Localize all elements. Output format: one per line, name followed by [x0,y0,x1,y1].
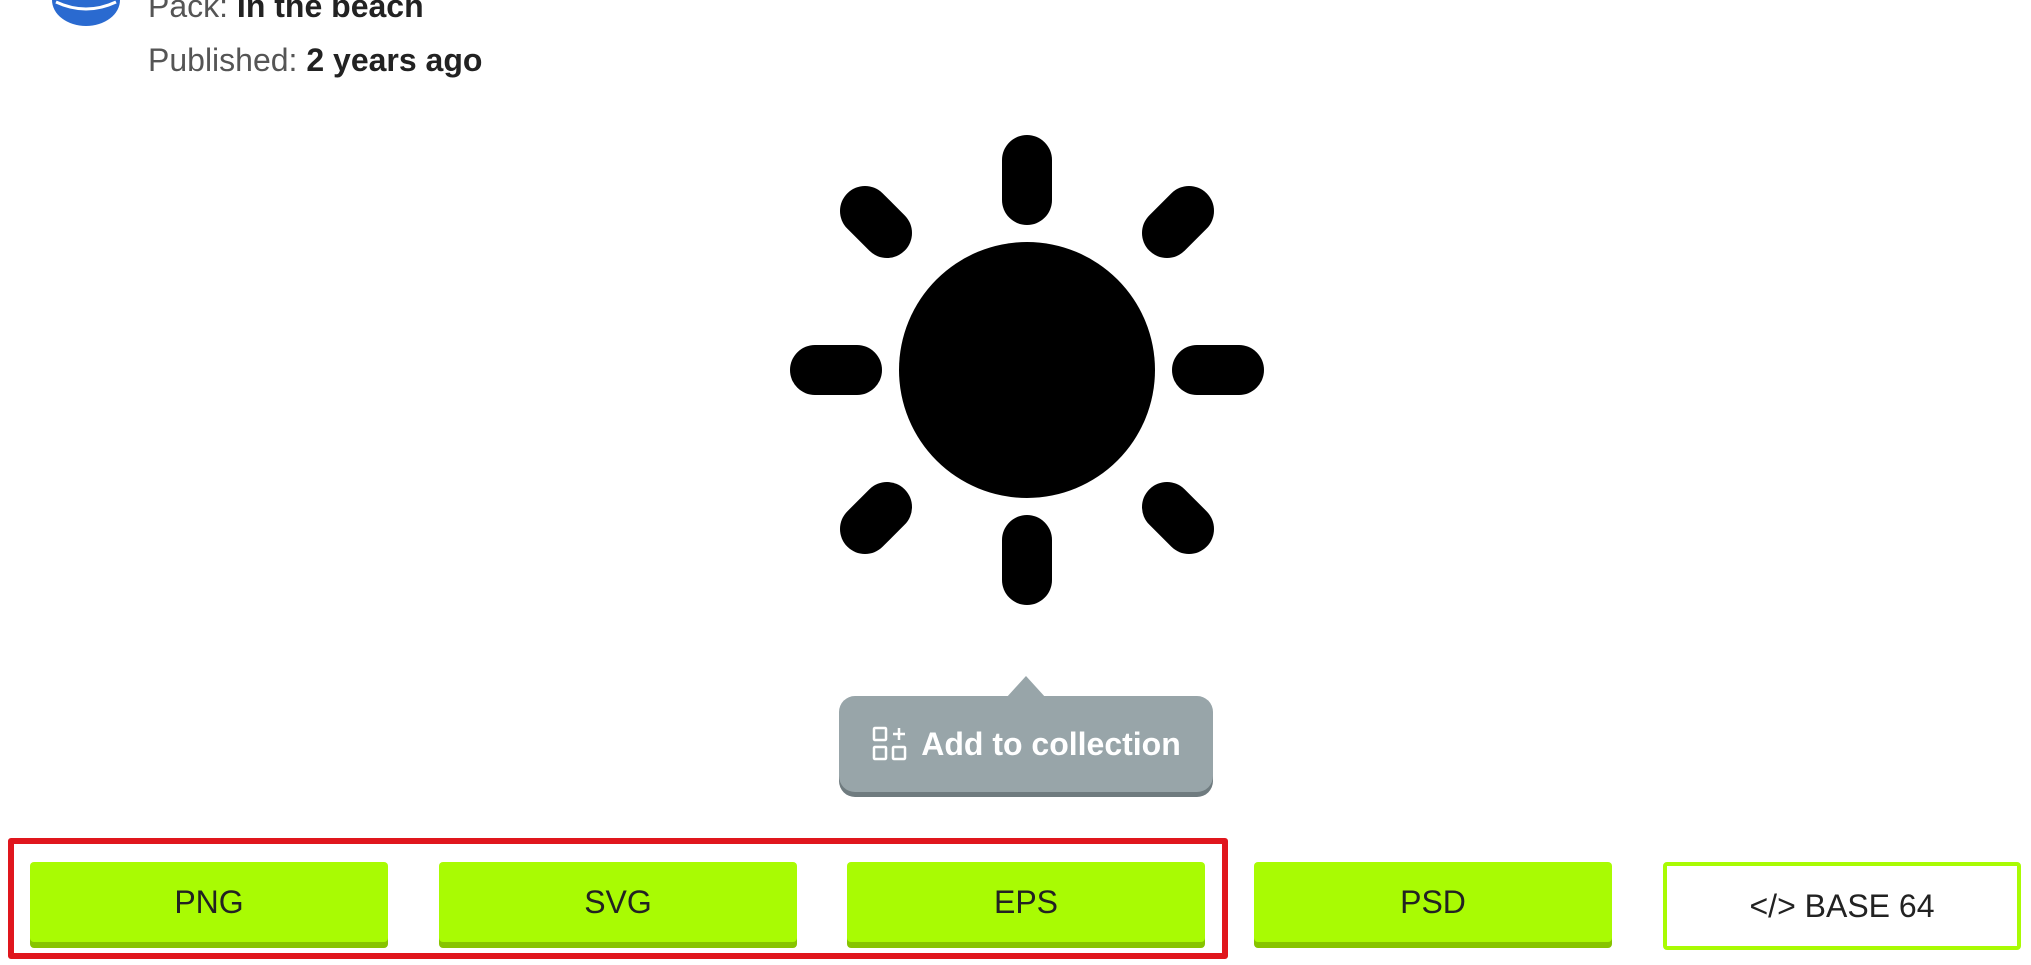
icon-detail-page: Pack: In the beach Published: 2 years ag… [0,0,2031,965]
pack-label: Pack: [148,0,229,24]
download-eps-button[interactable]: EPS [847,862,1205,942]
download-svg-button[interactable]: SVG [439,862,797,942]
published-value: 2 years ago [306,42,483,78]
published-label: Published: [148,42,298,78]
add-to-collection-wrapper: Add to collection [839,676,1213,798]
pack-info: Pack: In the beach [148,0,424,25]
download-png-button[interactable]: PNG [30,862,388,942]
pack-link[interactable]: In the beach [237,0,424,24]
sun-icon [790,135,1264,605]
pack-logo-icon [52,0,120,26]
base64-button[interactable]: </> BASE 64 [1663,862,2021,950]
add-collection-icon [872,726,907,761]
add-to-collection-button[interactable]: Add to collection [839,696,1213,792]
published-info: Published: 2 years ago [148,42,482,79]
collection-arrow [1006,676,1046,698]
download-psd-button[interactable]: PSD [1254,862,1612,942]
add-to-collection-label: Add to collection [921,725,1181,762]
